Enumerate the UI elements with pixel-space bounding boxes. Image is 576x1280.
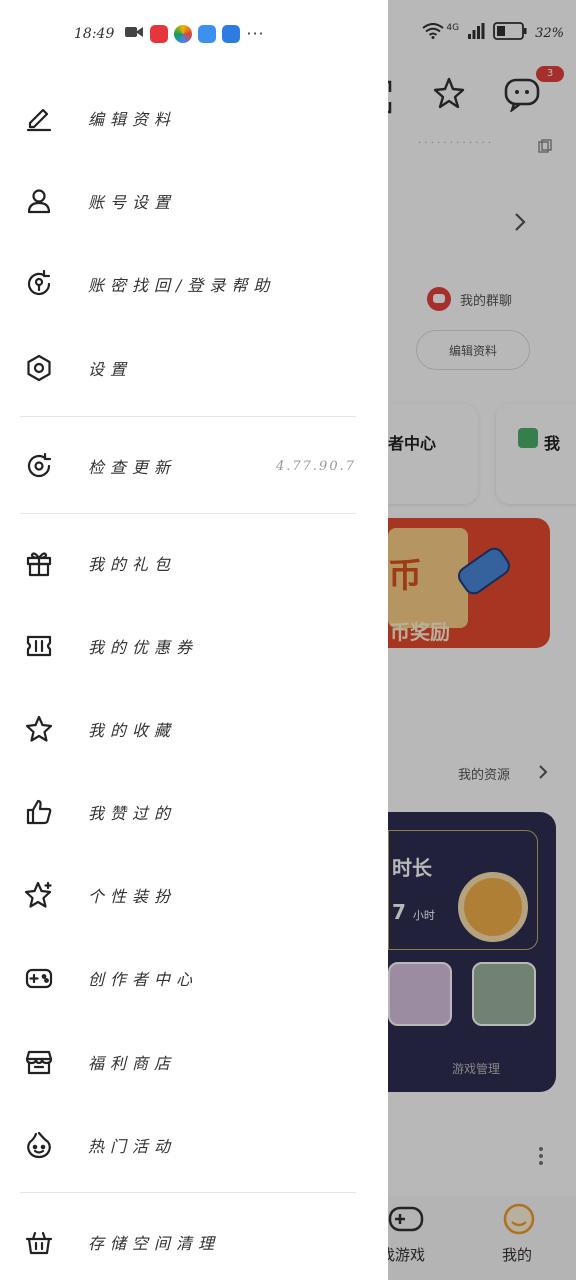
chevron-right-icon (538, 764, 548, 784)
menu-label: 福利商店 (88, 1054, 177, 1073)
menu-my-favorites[interactable]: 我的收藏 (0, 699, 388, 759)
menu-my-coupons[interactable]: 我的优惠券 (0, 616, 388, 676)
menu-label: 创作者中心 (88, 970, 199, 989)
menu-label: 存储空间清理 (88, 1234, 221, 1253)
pencil-icon (22, 101, 56, 135)
menu-label: 热门活动 (88, 1137, 177, 1156)
divider (20, 416, 356, 417)
avatar-icon[interactable] (502, 1202, 536, 1240)
creator-center-card[interactable]: 者中心 (388, 404, 478, 504)
wifi-icon (422, 23, 445, 43)
coupon-icon (22, 629, 56, 663)
menu-label: 账号设置 (88, 193, 177, 212)
menu-welfare-store[interactable]: 福利商店 (0, 1032, 388, 1092)
user-id-text: · · · · · · · · · · · · (418, 138, 492, 149)
menu-storage-cleanup[interactable]: 存储空间清理 (0, 1212, 388, 1272)
gamepad-icon (22, 961, 56, 995)
battery-percent: 32% (535, 25, 564, 41)
colorful-app-icon (174, 24, 193, 43)
menu-label: 我的优惠券 (88, 638, 199, 657)
menu-label: 我赞过的 (88, 804, 177, 823)
network-type: 4G (446, 23, 460, 33)
menu-account-settings[interactable]: 账号设置 (0, 171, 388, 231)
account-recovery-icon (22, 267, 56, 301)
divider (20, 513, 356, 514)
gift-icon (22, 546, 56, 580)
menu-my-gifts[interactable]: 我的礼包 (0, 533, 388, 593)
smiley-flame-icon (22, 1128, 56, 1162)
menu-my-likes[interactable]: 我赞过的 (0, 782, 388, 842)
message-badge: 3 (536, 66, 564, 82)
sparkle-star-icon (22, 878, 56, 912)
thumbs-up-icon (22, 795, 56, 829)
signal-icon (467, 23, 485, 43)
divider (20, 1192, 356, 1193)
nav-find-games[interactable]: 找游戏 (388, 1244, 425, 1265)
weather-icon (222, 24, 241, 43)
menu-account-recovery[interactable]: 账密找回/登录帮助 (0, 254, 388, 314)
menu-settings[interactable]: 设置 (0, 338, 388, 398)
refresh-icon (22, 449, 56, 483)
welfare-card[interactable]: 我 (496, 404, 576, 504)
copy-icon[interactable] (538, 138, 552, 157)
menu-label: 我的收藏 (88, 721, 177, 740)
menu-personalization[interactable]: 个性装扮 (0, 865, 388, 925)
user-icon (22, 184, 56, 218)
gamepad-icon[interactable] (388, 1204, 424, 1238)
cloud-icon (198, 24, 217, 43)
status-time: 18:49 (74, 25, 115, 42)
status-bar-left: 18:49 ··· (74, 24, 265, 43)
menu-label: 账密找回/登录帮助 (88, 276, 276, 295)
game-thumbnail[interactable] (472, 962, 536, 1026)
star-icon (22, 712, 56, 746)
video-camera-icon (124, 24, 144, 43)
coin-reward-banner[interactable]: 币 币奖励 (388, 518, 550, 648)
hexagon-gear-icon (22, 351, 56, 385)
menu-label: 个性装扮 (88, 887, 177, 906)
basket-icon (22, 1225, 56, 1259)
game-thumbnail[interactable] (388, 962, 452, 1026)
chat-bubble-icon[interactable] (426, 286, 452, 316)
sparkle-star-icon[interactable] (432, 76, 466, 114)
menu-hot-events[interactable]: 热门活动 (0, 1115, 388, 1175)
scan-icon[interactable] (388, 80, 398, 118)
nav-mine[interactable]: 我的 (502, 1244, 532, 1265)
menu-creator-center[interactable]: 创作者中心 (0, 948, 388, 1008)
more-vertical-icon[interactable] (538, 1146, 544, 1170)
side-drawer: 18:49 ··· 编辑资料 账号设置 账密找回/登录帮助 设置 检查更新 4.… (0, 0, 388, 1280)
menu-label: 检查更新 (88, 458, 177, 477)
edit-profile-button[interactable]: 编辑资料 (416, 330, 530, 370)
background-page: 4G 32% 3 · · · · · · · · · · · · 我的群聊 编辑… (388, 0, 576, 1280)
battery-icon (493, 22, 527, 44)
my-group-chat-label[interactable]: 我的群聊 (460, 290, 512, 309)
menu-check-update[interactable]: 检查更新 4.77.90.7 (0, 436, 388, 496)
my-assets-link[interactable]: 我的资源 (458, 764, 510, 783)
more-notifications-icon: ··· (246, 24, 265, 43)
huawei-app-icon (150, 24, 169, 43)
bookmark-icon (518, 428, 538, 448)
app-version: 4.77.90.7 (275, 458, 356, 474)
menu-label: 设置 (88, 360, 133, 379)
status-bar-right: 4G 32% (422, 22, 564, 44)
store-icon (22, 1045, 56, 1079)
menu-edit-profile[interactable]: 编辑资料 (0, 88, 388, 148)
menu-label: 我的礼包 (88, 555, 177, 574)
message-icon[interactable] (504, 78, 540, 116)
menu-label: 编辑资料 (88, 110, 177, 129)
stopwatch-icon (458, 872, 528, 942)
chevron-right-icon[interactable] (514, 212, 526, 236)
bottom-nav: 找游戏 我的 (388, 1196, 576, 1280)
play-duration-card[interactable]: 时长 7 小时 游戏管理 (388, 812, 556, 1092)
